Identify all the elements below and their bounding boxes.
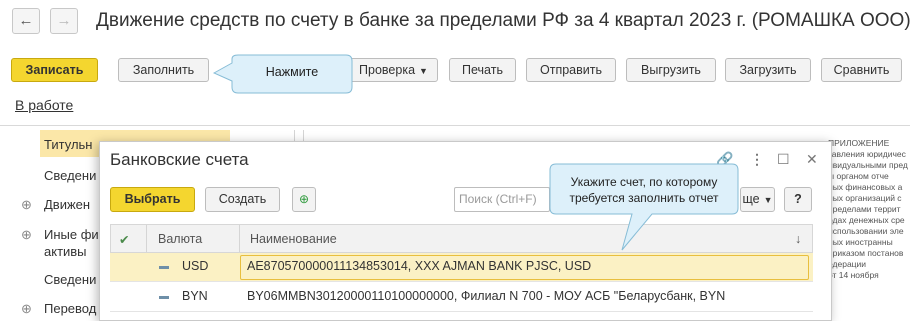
report-preview-line: использовании эле — [828, 226, 904, 236]
print-button[interactable]: Печать — [449, 58, 516, 82]
report-preview-line: ных финансовых а — [828, 182, 903, 192]
more-actions-button[interactable]: ще ▼ — [740, 187, 775, 212]
row-name: AE870570000011134853014, XXX AJMAN BANK … — [247, 259, 592, 273]
row-currency: BYN — [182, 289, 208, 303]
report-preview-line: пределами террит — [828, 204, 901, 214]
expand-icon[interactable]: ⊕ — [21, 227, 32, 243]
back-arrow-icon: ← — [18, 12, 34, 29]
check-label: Проверка — [359, 63, 416, 77]
search-input[interactable]: Поиск (Ctrl+F) — [454, 187, 550, 212]
sidebar-item-transfers[interactable]: Перевод — [44, 301, 96, 316]
report-preview-line: ПРИЛОЖЕНИЕ — [828, 138, 890, 148]
account-callout: Укажите счет, по которому требуется запо… — [548, 162, 740, 254]
name-column-header[interactable]: Наименование — [250, 232, 337, 246]
expand-icon[interactable]: ⊕ — [21, 197, 32, 213]
back-button[interactable]: ← — [12, 8, 40, 34]
help-button[interactable]: ? — [784, 187, 812, 212]
sidebar-item-movement[interactable]: Движен — [44, 197, 90, 212]
sidebar-item-other-financial[interactable]: Иные фи — [44, 227, 99, 242]
forward-button[interactable]: → — [50, 8, 78, 34]
close-icon[interactable]: ✕ — [806, 151, 818, 168]
check-column-header[interactable]: ✔ — [119, 232, 129, 247]
fill-callout: Нажмите — [212, 53, 354, 95]
sidebar-item-info-1[interactable]: Сведени — [44, 168, 96, 183]
check-button[interactable]: Проверка ▼ — [349, 58, 438, 82]
more-icon[interactable]: ⋮ — [750, 151, 764, 168]
account-marker-icon — [159, 296, 169, 299]
more-actions-label: ще — [742, 192, 760, 206]
report-preview-line: приказом постанов — [828, 248, 904, 258]
forward-arrow-icon: → — [56, 12, 72, 29]
write-button[interactable]: Записать — [11, 58, 98, 82]
sidebar-item-assets: активы — [44, 244, 87, 259]
table-row[interactable]: USD AE870570000011134853014, XXX AJMAN B… — [110, 253, 813, 282]
fill-callout-text: Нажмите — [265, 65, 319, 79]
report-preview-line: от 14 ноября — [828, 270, 879, 280]
row-currency: USD — [182, 259, 209, 273]
expand-icon[interactable]: ⊕ — [21, 301, 32, 317]
column-divider — [146, 225, 147, 252]
account-marker-icon — [159, 266, 169, 269]
report-preview-line: одах денежных сре — [828, 215, 905, 225]
caret-down-icon: ▼ — [419, 66, 428, 76]
account-callout-text: Укажите счет, по которому требуется запо… — [569, 175, 719, 205]
maximize-icon[interactable]: ☐ — [777, 151, 790, 168]
table-row[interactable]: BYN BY06MMBN30120000110100000000, Филиал… — [110, 283, 813, 312]
window-title: Движение средств по счету в банке за пре… — [96, 10, 910, 31]
status-link[interactable]: В работе — [15, 97, 73, 113]
report-preview-line: ных иностранны — [828, 237, 893, 247]
add-copy-icon: ⊕ — [298, 192, 310, 206]
row-name: BY06MMBN30120000110100000000, Филиал N 7… — [247, 289, 726, 303]
create-button[interactable]: Создать — [205, 187, 280, 212]
select-button[interactable]: Выбрать — [110, 187, 195, 212]
header-divider — [0, 125, 910, 126]
caret-down-icon: ▼ — [763, 195, 773, 205]
sort-icon[interactable]: ↓ — [795, 232, 801, 246]
import-button[interactable]: Загрузить — [725, 58, 811, 82]
currency-column-header[interactable]: Валюта — [158, 232, 202, 246]
report-preview-line: ы органом отче — [828, 171, 889, 181]
report-preview-line: ных организаций с — [828, 193, 902, 203]
report-preview-line: едерации — [828, 259, 867, 269]
sidebar-item-title-page[interactable]: Титульн — [44, 137, 92, 152]
dialog-title: Банковские счета — [110, 150, 249, 169]
add-copy-button[interactable]: ⊕ — [292, 187, 316, 212]
column-divider — [239, 225, 240, 252]
send-button[interactable]: Отправить — [526, 58, 616, 82]
report-preview-line: тавления юридичес — [828, 149, 906, 159]
compare-button[interactable]: Сравнить — [821, 58, 902, 82]
report-preview-line: ивидуальными пред — [828, 160, 908, 170]
fill-button[interactable]: Заполнить — [118, 58, 209, 82]
export-button[interactable]: Выгрузить — [626, 58, 716, 82]
sidebar-item-info-2[interactable]: Сведени — [44, 272, 96, 287]
